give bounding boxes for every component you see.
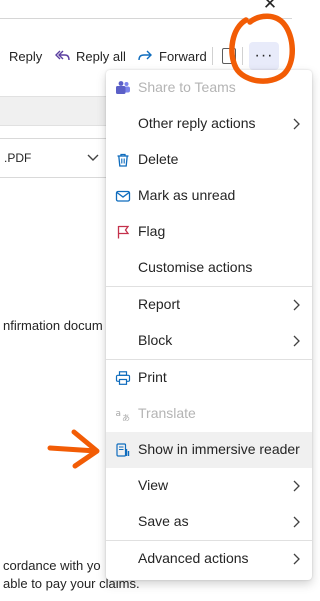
menu-item-delete[interactable]: Delete bbox=[106, 142, 312, 178]
svg-text:あ: あ bbox=[122, 414, 130, 423]
chevron-right-icon bbox=[293, 516, 300, 528]
more-actions-menu: Share to Teams Other reply actions Delet… bbox=[106, 70, 312, 580]
printer-icon bbox=[115, 370, 131, 386]
attachment-name: .PDF bbox=[4, 151, 32, 165]
menu-item-label: Save as bbox=[138, 513, 189, 529]
teams-icon bbox=[115, 80, 131, 96]
toolbar-separator bbox=[212, 47, 213, 65]
svg-text:a: a bbox=[116, 409, 122, 419]
menu-item-mark-as-unread[interactable]: Mark as unread bbox=[106, 178, 312, 214]
immersive-reader-icon bbox=[115, 442, 131, 458]
reply-all-button[interactable]: Reply all bbox=[54, 46, 126, 66]
menu-item-translate[interactable]: a あ Translate bbox=[106, 396, 312, 432]
menu-item-label: Mark as unread bbox=[138, 187, 236, 203]
immersive-reader-icon[interactable] bbox=[222, 48, 236, 64]
menu-item-label: Customise actions bbox=[138, 259, 253, 275]
menu-item-label: Show in immersive reader bbox=[138, 441, 300, 457]
more-actions-button[interactable]: ··· bbox=[249, 42, 279, 70]
attachment-card[interactable]: .PDF bbox=[0, 138, 112, 178]
chevron-right-icon bbox=[293, 118, 300, 130]
toolbar-separator bbox=[242, 47, 243, 65]
forward-label: Forward bbox=[159, 48, 207, 64]
message-header-band bbox=[0, 96, 112, 126]
chevron-right-icon bbox=[293, 480, 300, 492]
forward-icon bbox=[138, 50, 152, 61]
menu-item-print[interactable]: Print bbox=[106, 360, 312, 396]
menu-item-label: Advanced actions bbox=[138, 550, 249, 566]
menu-item-label: Block bbox=[138, 332, 173, 348]
close-icon[interactable]: ✕ bbox=[259, 0, 281, 13]
menu-item-label: Other reply actions bbox=[138, 115, 256, 131]
menu-item-view[interactable]: View bbox=[106, 468, 312, 504]
menu-item-save-as[interactable]: Save as bbox=[106, 504, 312, 540]
menu-item-customise-actions[interactable]: Customise actions bbox=[106, 250, 312, 286]
body-text-line: nfirmation docum bbox=[3, 318, 103, 333]
more-icon: ··· bbox=[254, 47, 274, 64]
top-strip: ✕ bbox=[0, 0, 315, 22]
trash-icon bbox=[115, 152, 131, 168]
menu-item-block[interactable]: Block bbox=[106, 323, 312, 359]
annotation-arrow bbox=[47, 429, 100, 469]
reply-all-icon bbox=[55, 50, 70, 61]
flag-icon bbox=[115, 224, 131, 240]
menu-item-flag[interactable]: Flag bbox=[106, 214, 312, 250]
forward-button[interactable]: Forward bbox=[137, 46, 207, 66]
menu-item-show-in-immersive-reader[interactable]: Show in immersive reader bbox=[106, 432, 312, 468]
menu-item-label: Translate bbox=[138, 405, 196, 421]
menu-item-share-to-teams[interactable]: Share to Teams bbox=[106, 70, 312, 106]
body-text-line: cordance with yo bbox=[3, 558, 101, 573]
menu-item-report[interactable]: Report bbox=[106, 287, 312, 323]
menu-item-other-reply-actions[interactable]: Other reply actions bbox=[106, 106, 312, 142]
reply-all-label: Reply all bbox=[76, 48, 126, 64]
menu-item-advanced-actions[interactable]: Advanced actions bbox=[106, 541, 312, 577]
divider bbox=[0, 18, 292, 19]
menu-item-label: Print bbox=[138, 369, 167, 385]
reply-label: Reply bbox=[9, 48, 43, 64]
chevron-right-icon bbox=[293, 335, 300, 347]
translate-icon: a あ bbox=[115, 406, 131, 422]
reply-button[interactable]: Reply bbox=[9, 46, 42, 66]
menu-item-label: Share to Teams bbox=[138, 79, 236, 95]
chevron-right-icon bbox=[293, 553, 300, 565]
envelope-icon bbox=[115, 188, 131, 204]
chevron-right-icon bbox=[293, 299, 300, 311]
menu-item-label: Report bbox=[138, 296, 181, 312]
menu-item-label: Flag bbox=[138, 223, 166, 239]
chevron-down-icon[interactable] bbox=[86, 150, 100, 164]
menu-item-label: Delete bbox=[138, 151, 179, 167]
menu-item-label: View bbox=[138, 477, 169, 493]
